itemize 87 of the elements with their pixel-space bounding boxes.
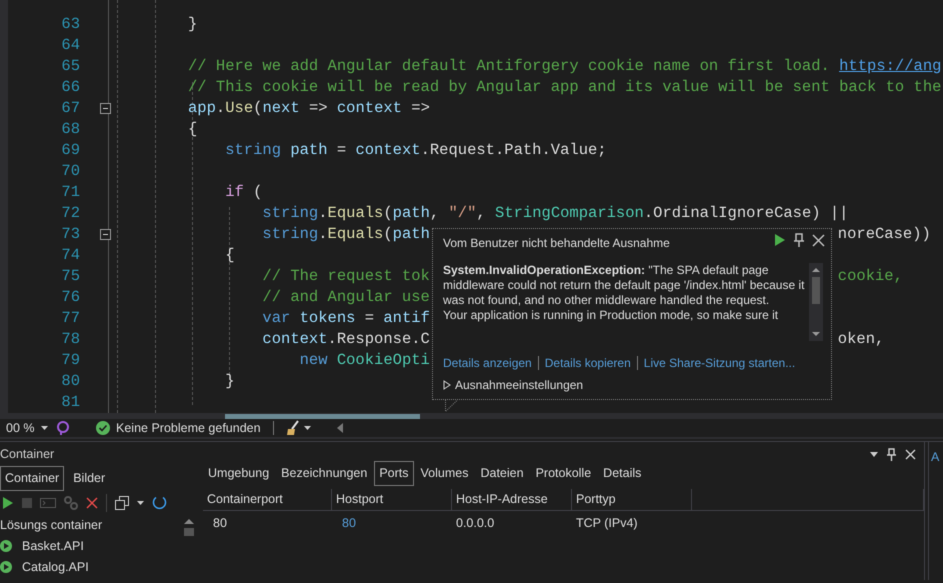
link[interactable]: https://ang	[839, 57, 942, 75]
line-number: 63	[60, 14, 80, 35]
line-number: 77	[60, 308, 80, 329]
scrollbar-thumb[interactable]	[225, 414, 420, 419]
code-line: string.Equals(path, "/", StringComparison.OrdinalIgnoreCase) ||	[261, 203, 848, 224]
code-line: // Here we add Angular default Antiforgery cookie name on first load. https://ang	[188, 56, 942, 77]
exception-message: System.InvalidOperationException: "The SPA default page middleware could not return the default page '/index.html' because it was not found, and no other middleware handled the request. Your application is running in Production mode, so make sure it	[443, 263, 806, 324]
column-header[interactable]: Porttyp	[572, 488, 692, 510]
column-header[interactable]: Hostport	[332, 488, 452, 510]
line-number: 65	[60, 56, 80, 77]
tab[interactable]: Volumes	[416, 461, 474, 486]
panel-tab[interactable]: A	[931, 448, 940, 467]
tree-header: Lösungs container	[0, 516, 102, 534]
code-line: var tokens = antif	[261, 308, 430, 329]
code-line: string path = context.Request.Path.Value;	[224, 140, 607, 161]
table-cell: 0.0.0.0	[456, 516, 494, 530]
line-number: 76	[60, 287, 80, 308]
link[interactable]: 80	[342, 516, 356, 530]
pin-icon[interactable]	[887, 448, 896, 460]
tab[interactable]: Bezeichnungen	[276, 461, 372, 486]
code-line: string.Equals(path	[261, 224, 430, 245]
code-line: new CookieOpti	[298, 350, 430, 371]
close-icon[interactable]	[812, 234, 825, 246]
code-line: }	[188, 14, 198, 35]
brush-icon[interactable]	[286, 420, 300, 436]
line-number: 67	[60, 98, 80, 119]
link[interactable]: Details anzeigen	[443, 354, 532, 372]
code-line: // The request tok	[261, 266, 430, 287]
code-line: {	[188, 119, 198, 140]
tree-item[interactable]: Basket.API	[0, 536, 170, 557]
line-number: 73	[60, 224, 80, 245]
line-number: 72	[60, 203, 80, 224]
line-number: 70	[60, 161, 80, 182]
code-line: }	[224, 371, 235, 392]
collapsed-icon	[443, 380, 451, 390]
tab[interactable]: Dateien	[475, 461, 529, 486]
caret-icon[interactable]	[304, 426, 311, 430]
tree-item[interactable]: Catalog.API	[0, 556, 170, 578]
tab[interactable]: Protokolle	[530, 461, 596, 486]
collapse-icon[interactable]	[100, 103, 111, 114]
code-line: // and Angular use	[261, 287, 430, 308]
tab[interactable]: Bilder	[68, 466, 110, 491]
line-number: 79	[60, 350, 80, 371]
copy-icon[interactable]	[115, 496, 129, 510]
code-text: oken,	[838, 329, 884, 350]
collapse-icon[interactable]	[100, 229, 111, 240]
line-number: 74	[60, 245, 80, 266]
column-header[interactable]: Host-IP-Adresse	[452, 488, 572, 510]
tab[interactable]: Container	[0, 466, 64, 491]
tab[interactable]: Details	[598, 461, 646, 486]
status-text: Keine Probleme gefunden	[116, 420, 261, 437]
table-cell: TCP (IPv4)	[576, 516, 638, 530]
delete-icon[interactable]	[86, 496, 98, 509]
caret-icon[interactable]	[137, 500, 144, 505]
code-line: // This cookie will be read by Angular app and its value will be sent back to the	[188, 77, 942, 98]
link[interactable]: Details kopieren	[544, 354, 631, 372]
link[interactable]: Live Share-Sitzung starten...	[644, 354, 796, 372]
popup-title: Vom Benutzer nicht behandelte Ausnahme	[443, 235, 670, 252]
line-number: 75	[60, 266, 80, 287]
code-line: {	[224, 245, 235, 266]
code-text: noreCase))	[838, 224, 931, 245]
line-number: 78	[60, 329, 80, 350]
tab[interactable]: Ports	[374, 461, 414, 486]
line-number: 64	[60, 35, 80, 56]
panel-title: Container	[0, 446, 54, 463]
line-number: 66	[60, 77, 80, 98]
refresh-icon[interactable]	[152, 495, 167, 510]
table-cell: 80	[213, 516, 227, 530]
line-number: 71	[60, 182, 80, 203]
line-number: 81	[60, 392, 80, 413]
scroll-left-icon[interactable]	[336, 423, 343, 433]
line-number: 80	[60, 371, 80, 392]
dropdown-icon[interactable]	[870, 452, 878, 456]
play-icon[interactable]	[774, 233, 786, 247]
settings-expander[interactable]: Ausnahmeeinstellungen	[443, 376, 584, 394]
line-number: 68	[60, 119, 80, 140]
column-header[interactable]: Containerport	[203, 488, 332, 510]
close-icon[interactable]	[905, 448, 916, 460]
line-number: 69	[60, 140, 80, 161]
caret-icon	[41, 426, 48, 430]
code-text: cookie,	[838, 266, 903, 287]
tab[interactable]: Umgebung	[203, 461, 274, 486]
pin-icon[interactable]	[794, 233, 804, 247]
code-line: if (	[224, 182, 262, 203]
code-line: context.Response.C	[261, 329, 430, 350]
code-line: app.Use(next => context =>	[188, 98, 430, 119]
play-icon[interactable]	[2, 496, 14, 510]
